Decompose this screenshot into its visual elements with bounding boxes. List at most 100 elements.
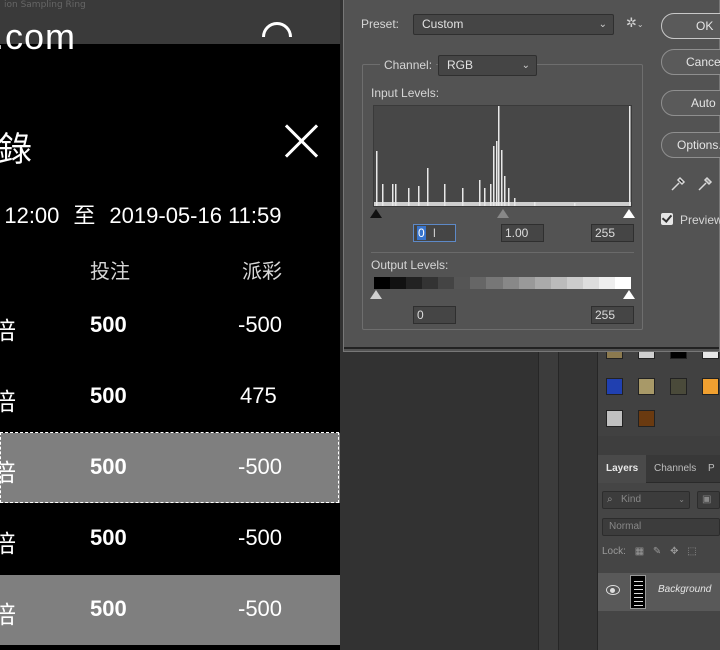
- table-row: 倍 500 -500: [0, 575, 340, 645]
- histogram: [373, 105, 632, 207]
- swatch[interactable]: [638, 378, 655, 395]
- input-black-field[interactable]: 0I: [413, 224, 456, 242]
- odds-cell: 倍: [0, 388, 16, 416]
- bet-cell: 500: [90, 596, 127, 621]
- input-black-slider[interactable]: [370, 209, 382, 218]
- swatch[interactable]: [638, 410, 655, 427]
- histogram-bar: [462, 188, 464, 206]
- swatch[interactable]: [606, 410, 623, 427]
- close-icon: [284, 124, 318, 158]
- input-gamma-slider[interactable]: [497, 209, 509, 218]
- gray-eyedropper-icon[interactable]: [697, 176, 713, 192]
- tab-channels[interactable]: Channels: [654, 455, 696, 483]
- search-icon: ⌕: [607, 494, 613, 505]
- output-black-field[interactable]: 0: [413, 306, 456, 324]
- sampling-ring-label: ion Sampling Ring: [4, 0, 86, 10]
- page-title: 錄: [0, 130, 32, 170]
- cancel-button[interactable]: Cancel: [661, 49, 720, 75]
- gradient-step: [406, 277, 423, 289]
- gear-icon[interactable]: ✲⌄: [626, 16, 644, 31]
- input-white-slider[interactable]: [623, 209, 635, 218]
- table-row: 倍 500 -500: [0, 504, 340, 574]
- input-black-value: 0: [417, 226, 426, 240]
- column-header-payout: 派彩: [242, 259, 282, 283]
- histogram-bar: [408, 188, 410, 206]
- histogram-bar: [444, 184, 446, 206]
- odds-cell: 倍: [0, 317, 16, 345]
- histogram-bar: [392, 184, 394, 206]
- text-cursor-icon: I: [432, 226, 437, 240]
- histogram-bar: [427, 168, 429, 206]
- gradient-step: [598, 277, 615, 289]
- histogram-bar: [514, 198, 516, 206]
- swatch[interactable]: [606, 378, 623, 395]
- eye-icon[interactable]: [606, 585, 620, 595]
- channel-select[interactable]: RGB ⌄: [438, 55, 537, 76]
- gradient-step: [614, 277, 631, 289]
- swatch[interactable]: [702, 378, 719, 395]
- input-white-field[interactable]: 255: [591, 224, 634, 242]
- column-header-bet: 投注: [90, 259, 130, 283]
- black-eyedropper-icon[interactable]: [670, 176, 686, 192]
- payout-cell: -500: [238, 454, 283, 479]
- histogram-bar: [395, 184, 397, 206]
- date-range: 3 12:00 至 2019-05-16 11:59: [0, 198, 282, 230]
- site-domain-text: .com: [0, 16, 77, 57]
- output-white-field[interactable]: 255: [591, 306, 634, 324]
- options-button[interactable]: Options...: [661, 132, 720, 158]
- histogram-bar: [484, 188, 486, 206]
- output-black-slider[interactable]: [370, 290, 382, 299]
- output-white-slider[interactable]: [623, 290, 635, 299]
- input-gamma-field[interactable]: 1.00: [501, 224, 544, 242]
- channel-value: RGB: [447, 58, 474, 72]
- lock-artboard-icon[interactable]: ⬚: [687, 546, 696, 557]
- swatch[interactable]: [670, 378, 687, 395]
- odds-cell: 倍: [0, 601, 16, 629]
- lock-brush-icon[interactable]: ✎: [653, 546, 661, 557]
- preview-checkbox[interactable]: [661, 213, 673, 225]
- lock-row: Lock: ▦ ✎ ✥ ⬚: [602, 546, 697, 557]
- output-black-value: 0: [417, 308, 424, 322]
- date-to-label: 至: [73, 204, 96, 229]
- output-levels-label: Output Levels:: [371, 258, 449, 272]
- output-gradient-bar: [374, 277, 631, 289]
- auto-button[interactable]: Auto: [661, 90, 720, 116]
- gradient-step: [390, 277, 407, 289]
- document-canvas[interactable]: .com 錄 3 12:00 至 2019-05-16 11:59 投注 派彩 倍 …: [0, 14, 340, 650]
- layer-kind-filter[interactable]: ⌕ Kind ⌄: [602, 491, 690, 509]
- payout-cell: -500: [238, 312, 283, 337]
- preset-label: Preset:: [361, 17, 400, 31]
- preset-value: Custom: [422, 17, 464, 31]
- layer-row-background[interactable]: Background: [598, 573, 720, 611]
- chevron-down-icon: ⌄: [598, 19, 607, 30]
- table-row: 倍 500 -500: [0, 433, 340, 503]
- gradient-step: [454, 277, 471, 289]
- histogram-bar: [534, 202, 536, 206]
- bet-cell: 500: [90, 312, 127, 337]
- lock-move-icon[interactable]: ✥: [670, 546, 678, 557]
- gradient-step: [486, 277, 503, 289]
- section-divider: [371, 252, 634, 253]
- layers-tabbar: Layers Channels P: [598, 455, 720, 483]
- gradient-step: [566, 277, 583, 289]
- histogram-bar: [493, 146, 495, 206]
- tab-layers[interactable]: Layers: [598, 455, 647, 483]
- histogram-bar: [418, 186, 420, 206]
- input-levels-label: Input Levels:: [371, 86, 440, 100]
- layer-thumbnail: [630, 575, 646, 609]
- input-white-value: 255: [595, 226, 616, 240]
- histogram-bar: [508, 188, 510, 206]
- gradient-step: [502, 277, 519, 289]
- blend-mode-select[interactable]: Normal: [602, 518, 720, 536]
- gradient-step: [422, 277, 439, 289]
- payout-cell: -500: [238, 525, 283, 550]
- chevron-down-icon: ⌄: [521, 60, 530, 71]
- tab-paths[interactable]: P: [708, 455, 715, 483]
- histogram-bar: [498, 106, 500, 206]
- histogram-bar: [490, 184, 492, 206]
- lock-transparency-icon[interactable]: ▦: [635, 546, 644, 557]
- preset-select[interactable]: Custom ⌄: [413, 14, 614, 35]
- ok-button[interactable]: OK: [661, 13, 720, 39]
- histogram-bar: [629, 106, 631, 206]
- filter-image-icon[interactable]: ▣: [697, 491, 720, 509]
